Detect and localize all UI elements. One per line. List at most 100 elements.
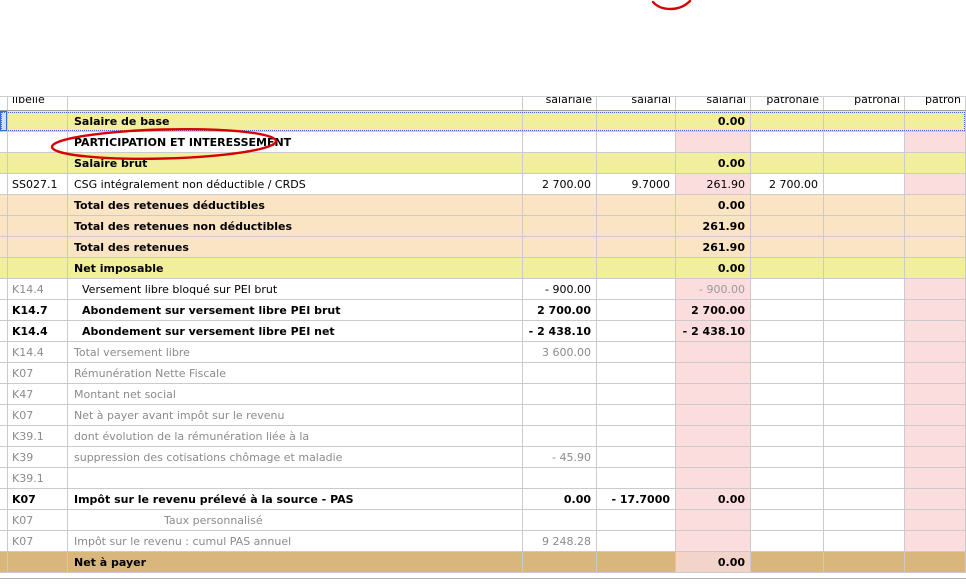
table-row-csg-crds[interactable]: SS027.1 CSG intégralement non déductible… xyxy=(0,174,966,195)
cell-salarial-rate[interactable] xyxy=(597,510,676,530)
cell-salarial-amount[interactable] xyxy=(676,531,751,551)
cell-patronale[interactable] xyxy=(751,342,824,362)
cell-patronal-rate[interactable] xyxy=(824,510,905,530)
row-selector[interactable] xyxy=(0,510,8,530)
cell-patronal-amount[interactable] xyxy=(905,342,966,362)
table-row-remuneration-nette-fiscale[interactable]: K07 Rémunération Nette Fiscale xyxy=(0,363,966,384)
cell-patronal-amount[interactable] xyxy=(905,384,966,404)
table-row-impot-pas[interactable]: K07 Impôt sur le revenu prélevé à la sou… xyxy=(0,489,966,510)
cell-salarial-amount[interactable] xyxy=(676,342,751,362)
cell-patronal-rate[interactable] xyxy=(824,258,905,278)
cell-patronal-amount[interactable] xyxy=(905,237,966,257)
cell-patronal-amount[interactable] xyxy=(905,111,966,131)
cell-patronal-rate[interactable] xyxy=(824,237,905,257)
cell-salariale[interactable]: - 900.00 xyxy=(523,279,597,299)
cell-patronale[interactable] xyxy=(751,447,824,467)
cell-salariale[interactable] xyxy=(523,237,597,257)
cell-patronal-amount[interactable] xyxy=(905,468,966,488)
row-selector[interactable] xyxy=(0,531,8,551)
cell-salarial-rate[interactable] xyxy=(597,531,676,551)
row-selector[interactable] xyxy=(0,300,8,320)
cell-patronale[interactable] xyxy=(751,216,824,236)
cell-patronale[interactable] xyxy=(751,489,824,509)
cell-salariale[interactable] xyxy=(523,132,597,152)
cell-salarial-rate[interactable] xyxy=(597,279,676,299)
cell-salarial-rate[interactable]: - 17.7000 xyxy=(597,489,676,509)
cell-salarial-rate[interactable] xyxy=(597,132,676,152)
cell-patronal-amount[interactable] xyxy=(905,132,966,152)
table-row-net-imposable[interactable]: Net imposable 0.00 xyxy=(0,258,966,279)
cell-patronale[interactable] xyxy=(751,195,824,215)
cell-patronal-amount[interactable] xyxy=(905,174,966,194)
cell-patronal-rate[interactable] xyxy=(824,489,905,509)
header-patronal-rate[interactable]: patronal xyxy=(824,97,905,110)
cell-salariale[interactable] xyxy=(523,258,597,278)
cell-salarial-rate[interactable] xyxy=(597,405,676,425)
table-row-salaire-de-base[interactable]: Salaire de base 0.00 xyxy=(0,111,966,132)
row-selector[interactable] xyxy=(0,321,8,341)
cell-salarial-amount[interactable] xyxy=(676,405,751,425)
cell-patronale[interactable] xyxy=(751,132,824,152)
cell-patronale[interactable] xyxy=(751,153,824,173)
row-selector[interactable] xyxy=(0,447,8,467)
cell-salariale[interactable] xyxy=(523,216,597,236)
cell-salariale[interactable] xyxy=(523,384,597,404)
row-selector[interactable] xyxy=(0,195,8,215)
cell-salariale[interactable] xyxy=(523,552,597,572)
cell-salarial-amount[interactable]: - 900.00 xyxy=(676,279,751,299)
cell-patronal-rate[interactable] xyxy=(824,426,905,446)
table-row-taux-personnalise[interactable]: K07 Taux personnalisé xyxy=(0,510,966,531)
cell-patronale[interactable] xyxy=(751,111,824,131)
cell-salarial-amount[interactable]: - 2 438.10 xyxy=(676,321,751,341)
cell-patronal-amount[interactable] xyxy=(905,447,966,467)
cell-patronale[interactable] xyxy=(751,300,824,320)
cell-salarial-rate[interactable] xyxy=(597,300,676,320)
cell-patronale[interactable]: 2 700.00 xyxy=(751,174,824,194)
cell-salariale[interactable]: - 45.90 xyxy=(523,447,597,467)
row-selector[interactable] xyxy=(0,111,8,131)
cell-salarial-amount[interactable] xyxy=(676,384,751,404)
row-selector[interactable] xyxy=(0,489,8,509)
cell-salarial-rate[interactable] xyxy=(597,552,676,572)
cell-patronal-rate[interactable] xyxy=(824,321,905,341)
cell-patronal-rate[interactable] xyxy=(824,216,905,236)
cell-salariale[interactable] xyxy=(523,468,597,488)
header-salarial-rate[interactable]: salarial xyxy=(597,97,676,110)
cell-salarial-rate[interactable] xyxy=(597,342,676,362)
row-selector[interactable] xyxy=(0,279,8,299)
cell-salarial-rate[interactable] xyxy=(597,321,676,341)
table-row-total-retenues[interactable]: Total des retenues 261.90 xyxy=(0,237,966,258)
table-row-k39-1-empty[interactable]: K39.1 xyxy=(0,468,966,489)
cell-salariale[interactable]: 2 700.00 xyxy=(523,300,597,320)
cell-salariale[interactable] xyxy=(523,405,597,425)
cell-salarial-amount[interactable]: 0.00 xyxy=(676,258,751,278)
cell-salariale[interactable]: 9 248.28 xyxy=(523,531,597,551)
cell-salarial-rate[interactable] xyxy=(597,258,676,278)
table-row-net-avant-impot[interactable]: K07 Net à payer avant impôt sur le reven… xyxy=(0,405,966,426)
cell-patronale[interactable] xyxy=(751,237,824,257)
cell-patronal-amount[interactable] xyxy=(905,510,966,530)
cell-salarial-rate[interactable]: 9.7000 xyxy=(597,174,676,194)
row-selector[interactable] xyxy=(0,342,8,362)
cell-patronal-rate[interactable] xyxy=(824,153,905,173)
header-salarial-amount[interactable]: salarial xyxy=(676,97,751,110)
table-row-montant-net-social[interactable]: K47 Montant net social xyxy=(0,384,966,405)
row-selector[interactable] xyxy=(0,468,8,488)
cell-patronal-amount[interactable] xyxy=(905,489,966,509)
cell-salariale[interactable]: - 2 438.10 xyxy=(523,321,597,341)
cell-salariale[interactable]: 2 700.00 xyxy=(523,174,597,194)
table-row-net-a-payer[interactable]: Net à payer 0.00 xyxy=(0,552,966,573)
cell-patronal-rate[interactable] xyxy=(824,405,905,425)
cell-patronal-amount[interactable] xyxy=(905,531,966,551)
cell-patronal-rate[interactable] xyxy=(824,384,905,404)
cell-patronal-amount[interactable] xyxy=(905,195,966,215)
header-salariale[interactable]: salariale xyxy=(523,97,597,110)
cell-salarial-amount[interactable] xyxy=(676,447,751,467)
cell-salariale[interactable] xyxy=(523,153,597,173)
cell-salariale[interactable] xyxy=(523,195,597,215)
cell-salarial-rate[interactable] xyxy=(597,111,676,131)
table-row-suppression-cotisations[interactable]: K39 suppression des cotisations chômage … xyxy=(0,447,966,468)
row-selector[interactable] xyxy=(0,552,8,572)
cell-patronal-rate[interactable] xyxy=(824,279,905,299)
cell-salarial-rate[interactable] xyxy=(597,384,676,404)
